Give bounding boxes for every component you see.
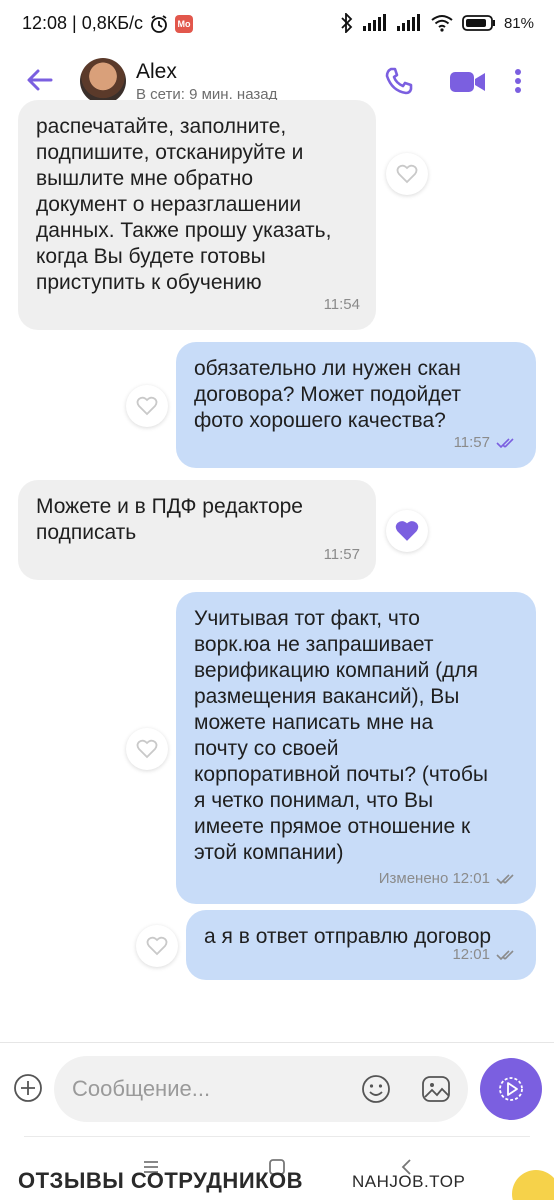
message-input[interactable]: [72, 1056, 352, 1122]
battery-level: 81%: [503, 14, 534, 32]
heart-icon: [136, 739, 158, 759]
heart-icon: [146, 936, 168, 956]
more-vertical-icon[interactable]: [508, 64, 528, 98]
smiley-icon[interactable]: [360, 1073, 392, 1105]
message-meta: Изменено 12:01: [379, 866, 520, 892]
message-text: Учитывая тот факт, что ворк.юа не запраш…: [194, 607, 488, 864]
signal-icon-2: [396, 14, 420, 31]
message-input-box[interactable]: [54, 1056, 468, 1122]
like-button[interactable]: [126, 728, 168, 770]
watermark-left: ОТЗЫВЫ СОТРУДНИКОВ: [18, 1168, 304, 1193]
message-text: обязательно ли нужен скан договора? Може…: [194, 357, 462, 432]
heart-icon: [396, 164, 418, 184]
message-time: 11:57: [323, 546, 360, 563]
message-meta: 11:57: [324, 542, 360, 568]
battery-icon: [462, 15, 495, 31]
contact-name[interactable]: Alex: [136, 60, 177, 84]
double-check-icon: [496, 438, 514, 449]
status-time-speed: 12:08 | 0,8КБ/с: [22, 13, 144, 33]
double-check-icon: [496, 950, 514, 961]
nav-divider: [24, 1136, 530, 1137]
double-check-icon: [496, 874, 514, 885]
message-bubble-outgoing[interactable]: а я в ответ отправлю договор 12:01: [186, 910, 536, 980]
message-bubble-incoming[interactable]: Можете и в ПДФ редакторе подписать 11:57: [18, 480, 376, 580]
video-camera-icon[interactable]: [448, 64, 488, 98]
message-time: 12:01: [452, 946, 490, 963]
watermark-face-icon: [512, 1170, 554, 1200]
heart-icon: [136, 396, 158, 416]
send-button[interactable]: [480, 1058, 542, 1120]
plus-circle-icon[interactable]: [12, 1072, 44, 1104]
status-bar: 12:08 | 0,8КБ/с Mo 81%: [0, 0, 554, 50]
message-bubble-outgoing[interactable]: Учитывая тот факт, что ворк.юа не запраш…: [176, 592, 536, 904]
message-text: Можете и в ПДФ редакторе подписать: [36, 495, 303, 544]
avatar[interactable]: [80, 58, 126, 104]
message-meta: 12:01: [452, 942, 520, 968]
like-button[interactable]: [136, 925, 178, 967]
phone-icon[interactable]: [382, 64, 416, 98]
message-time: 11:54: [323, 296, 360, 313]
alarm-icon: [151, 14, 167, 33]
heart-filled-icon: [395, 521, 419, 541]
message-meta: 11:54: [324, 292, 360, 318]
like-button[interactable]: [386, 153, 428, 195]
message-time: 11:57: [453, 434, 490, 451]
send-icon: [499, 1077, 523, 1101]
watermark-right: NAHJOB.TOP: [352, 1172, 466, 1191]
message-meta: 11:57: [454, 430, 520, 456]
signal-icon: [362, 14, 386, 31]
status-left: 12:08 | 0,8КБ/с Mo: [22, 13, 194, 34]
composer-divider: [0, 1042, 554, 1043]
wifi-icon: [431, 15, 453, 32]
message-bubble-outgoing[interactable]: обязательно ли нужен скан договора? Може…: [176, 342, 536, 468]
status-right: 81%: [340, 13, 534, 33]
sticker-icon[interactable]: [420, 1073, 452, 1105]
bluetooth-icon: [341, 13, 353, 33]
like-button[interactable]: [126, 385, 168, 427]
message-bubble-incoming[interactable]: распечатайте, заполните, подпишите, отск…: [18, 100, 376, 330]
message-time: Изменено 12:01: [378, 870, 490, 887]
app-badge: Mo: [175, 14, 194, 33]
arrow-left-icon[interactable]: [24, 64, 56, 96]
message-text: распечатайте, заполните, подпишите, отск…: [36, 115, 332, 294]
like-button-active[interactable]: [386, 510, 428, 552]
